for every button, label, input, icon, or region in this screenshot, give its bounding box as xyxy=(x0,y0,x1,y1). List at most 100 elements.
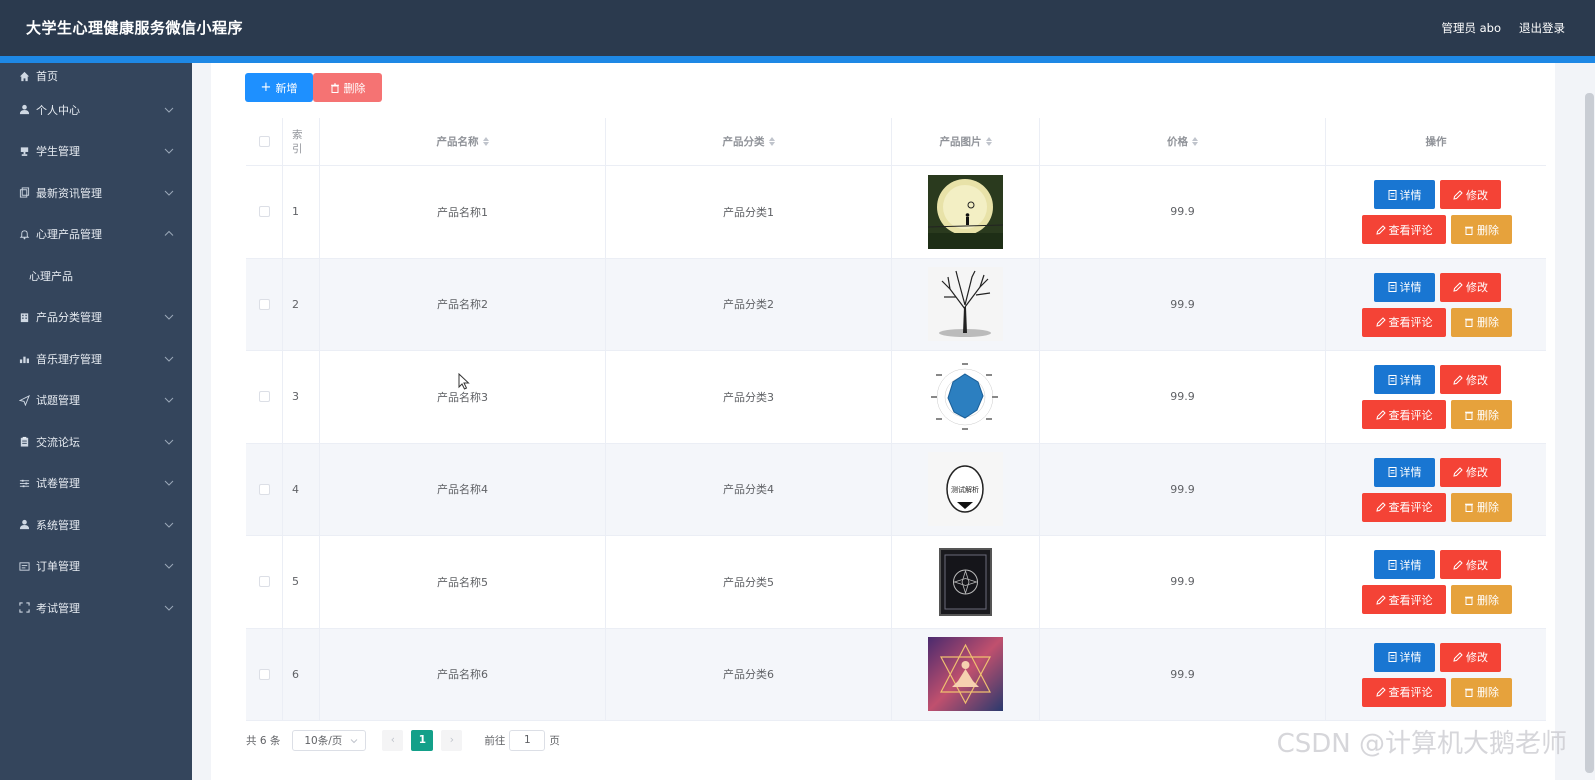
sidebar-item-12[interactable]: 订单管理 xyxy=(0,546,192,588)
delete-button[interactable]: 删除 xyxy=(1451,677,1512,707)
pencil-icon xyxy=(1453,559,1463,570)
delete-button[interactable]: 删除 xyxy=(1451,215,1512,244)
product-price: 99.9 xyxy=(1040,351,1326,443)
header-accent-bar xyxy=(0,56,1595,63)
column-image[interactable]: 产品图片 xyxy=(892,118,1040,165)
sort-icon[interactable] xyxy=(1192,137,1198,146)
sidebar-item-0[interactable]: 首页 xyxy=(0,63,192,89)
moon-night-thumbnail[interactable] xyxy=(928,174,1003,249)
radar-chart-thumbnail[interactable] xyxy=(928,359,1003,434)
view-reviews-button[interactable]: 查看评论 xyxy=(1362,307,1446,337)
trash-icon xyxy=(330,83,339,93)
delete-button[interactable]: 删除 xyxy=(1451,492,1512,522)
sidebar-item-10[interactable]: 试卷管理 xyxy=(0,463,192,505)
sidebar-item-4[interactable]: 心理产品管理 xyxy=(0,214,192,256)
page-size-select[interactable]: 10条/页 xyxy=(292,729,367,751)
detail-button[interactable]: 详情 xyxy=(1374,365,1435,394)
chevron-down-icon xyxy=(164,522,174,528)
sidebar-item-2[interactable]: 学生管理 xyxy=(0,131,192,173)
row-checkbox[interactable] xyxy=(258,391,270,403)
select-all-checkbox[interactable] xyxy=(258,136,270,147)
sort-icon[interactable] xyxy=(985,137,992,146)
product-category: 产品分类5 xyxy=(606,536,892,628)
view-reviews-button[interactable]: 查看评论 xyxy=(1362,400,1446,429)
clipboard-icon xyxy=(18,436,30,448)
row-index: 3 xyxy=(283,351,320,443)
scrollbar[interactable] xyxy=(1565,63,1595,780)
row-index: 6 xyxy=(283,628,320,720)
sidebar-item-label: 系统管理 xyxy=(36,518,80,532)
delete-button[interactable]: 删除 xyxy=(1451,400,1512,429)
pencil-icon xyxy=(1375,687,1386,697)
sidebar-item-6[interactable]: 产品分类管理 xyxy=(0,297,192,339)
scrollbar-thumb[interactable] xyxy=(1585,93,1594,773)
row-checkbox[interactable] xyxy=(258,668,270,680)
bare-tree-thumbnail[interactable] xyxy=(928,267,1003,342)
sort-icon[interactable] xyxy=(482,137,489,146)
bulk-delete-button[interactable]: 删除 xyxy=(313,73,382,102)
sidebar: 首页 个人中心 学生管理 最新资讯管理心理产品管理心理产品 产品分类管理 音乐理疗管理试题… xyxy=(0,63,192,780)
sidebar-item-5[interactable]: 心理产品 xyxy=(0,255,192,297)
delete-button[interactable]: 删除 xyxy=(1451,307,1512,337)
view-reviews-button[interactable]: 查看评论 xyxy=(1362,215,1446,244)
chevron-down-icon xyxy=(164,190,174,196)
sidebar-item-13[interactable]: 考试管理 xyxy=(0,587,192,629)
page-number-current[interactable]: 1 xyxy=(411,729,434,751)
sort-icon[interactable] xyxy=(768,137,775,146)
column-name[interactable]: 产品名称 xyxy=(320,118,606,165)
detail-button[interactable]: 详情 xyxy=(1374,550,1435,579)
logout-link[interactable]: 退出登录 xyxy=(1519,20,1565,36)
row-checkbox[interactable] xyxy=(258,206,270,218)
product-price: 99.9 xyxy=(1040,166,1326,258)
chevron-down-icon xyxy=(164,148,174,154)
product-name: 产品名称1 xyxy=(320,166,606,258)
next-page-button[interactable]: › xyxy=(441,729,463,751)
edit-button[interactable]: 修改 xyxy=(1440,642,1501,672)
goto-page-input[interactable]: 1 xyxy=(509,729,546,751)
sidebar-item-label: 心理产品管理 xyxy=(36,228,102,242)
sidebar-item-11[interactable]: 系统管理 xyxy=(0,504,192,546)
document-icon xyxy=(1388,652,1396,662)
sidebar-item-7[interactable]: 音乐理疗管理 xyxy=(0,338,192,380)
row-checkbox[interactable] xyxy=(258,576,270,588)
column-actions: 操作 xyxy=(1425,136,1447,148)
detail-button[interactable]: 详情 xyxy=(1374,642,1435,672)
edit-button[interactable]: 修改 xyxy=(1440,550,1501,579)
sidebar-item-3[interactable]: 最新资讯管理 xyxy=(0,172,192,214)
product-price: 99.9 xyxy=(1040,443,1326,535)
view-reviews-button[interactable]: 查看评论 xyxy=(1362,677,1446,707)
column-index: 索引 xyxy=(283,118,320,165)
detail-button[interactable]: 详情 xyxy=(1374,272,1435,302)
product-name: 产品名称4 xyxy=(320,443,606,535)
detail-button[interactable]: 详情 xyxy=(1374,180,1435,209)
edit-button[interactable]: 修改 xyxy=(1440,272,1501,302)
sidebar-item-8[interactable]: 试题管理 xyxy=(0,380,192,422)
column-category[interactable]: 产品分类 xyxy=(606,118,892,165)
sidebar-item-label: 试题管理 xyxy=(36,394,80,408)
edit-button[interactable]: 修改 xyxy=(1440,457,1501,487)
watermark: CSDN @计算机大鹅老师 xyxy=(1276,729,1567,759)
edit-button[interactable]: 修改 xyxy=(1440,180,1501,209)
delete-button[interactable]: 删除 xyxy=(1451,585,1512,614)
sliders-icon xyxy=(18,477,30,489)
sidebar-item-9[interactable]: 交流论坛 xyxy=(0,421,192,463)
prev-page-button[interactable]: ‹ xyxy=(382,729,404,751)
chevron-down-icon xyxy=(164,107,174,113)
column-price[interactable]: 价格 xyxy=(1040,118,1326,165)
meditation-thumbnail[interactable] xyxy=(928,637,1003,712)
view-reviews-button[interactable]: 查看评论 xyxy=(1362,585,1446,614)
row-checkbox[interactable] xyxy=(258,298,270,310)
sidebar-item-1[interactable]: 个人中心 xyxy=(0,89,192,131)
chevron-down-icon xyxy=(164,397,174,403)
top-header: 大学生心理健康服务微信小程序 管理员 abo 退出登录 xyxy=(0,0,1595,56)
test-analysis-thumbnail[interactable]: 测试解析 xyxy=(928,452,1003,527)
pencil-icon xyxy=(1375,594,1386,605)
mandala-tapestry-thumbnail[interactable] xyxy=(928,544,1003,619)
content-panel: + 新增 删除 索引 产品名称 产品分类 产品图片 价格 操作 1 产品名称1 产品… xyxy=(211,63,1555,780)
sidebar-item-label: 交流论坛 xyxy=(36,435,80,449)
row-checkbox[interactable] xyxy=(258,483,270,495)
view-reviews-button[interactable]: 查看评论 xyxy=(1362,492,1446,522)
add-button[interactable]: + 新增 xyxy=(245,73,313,102)
edit-button[interactable]: 修改 xyxy=(1440,365,1501,394)
detail-button[interactable]: 详情 xyxy=(1374,457,1435,487)
